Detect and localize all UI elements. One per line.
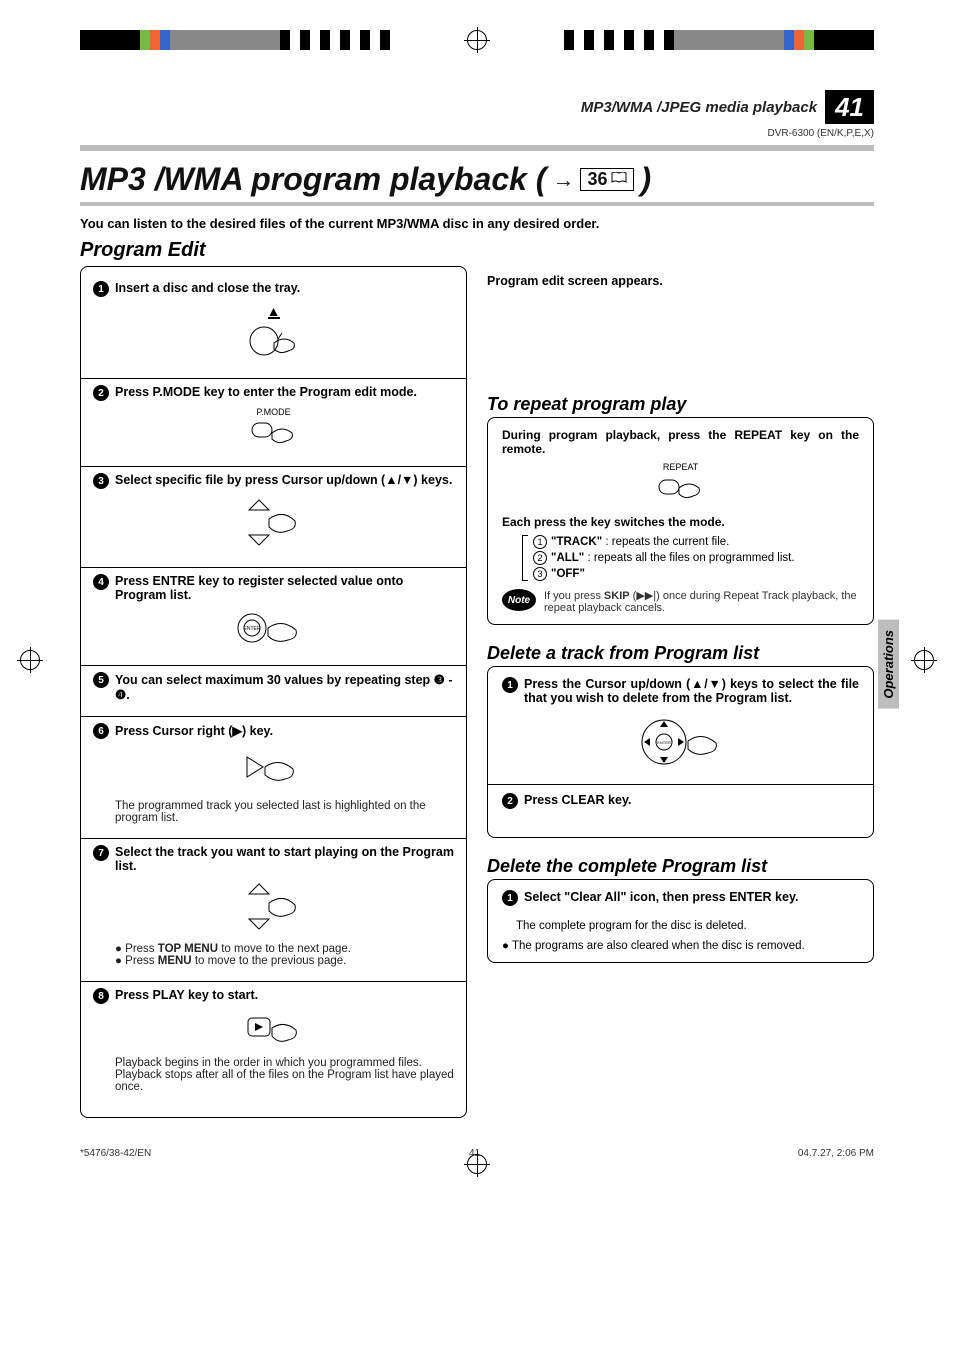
delete-all-step1: Select "Clear All" icon, then press ENTE… <box>524 890 859 904</box>
step-4-text: Press ENTRE key to register selected val… <box>115 574 454 602</box>
xref-page-box: 36 <box>580 168 634 192</box>
delete-all-note: The complete program for the disc is del… <box>516 920 859 932</box>
note-text: If you press SKIP (▶▶|) once during Repe… <box>544 589 859 614</box>
step-8-text: Press PLAY key to start. <box>115 988 454 1002</box>
header-separator <box>80 145 874 151</box>
program-edit-heading: Program Edit <box>80 239 874 262</box>
enter-key-icon: ENTER <box>234 608 314 648</box>
delete-all-bullet: ● The programs are also cleared when the… <box>502 940 859 952</box>
remote-press-icon <box>244 321 304 361</box>
delete-track-panel: 1Press the Cursor up/down (▲/▼) keys to … <box>487 666 874 838</box>
note-badge: Note <box>502 589 536 611</box>
step-1-text: Insert a disc and close the tray. <box>115 281 454 295</box>
repeat-panel: During program playback, press the REPEA… <box>487 417 874 625</box>
delete-track-step1: Press the Cursor up/down (▲/▼) keys to s… <box>524 677 859 705</box>
repeat-label: REPEAT <box>502 462 859 472</box>
svg-text:ENTER: ENTER <box>243 626 260 632</box>
delete-track-heading: Delete a track from Program list <box>487 643 874 664</box>
svg-text:ENTER: ENTER <box>657 740 671 745</box>
mode-track: 1"TRACK" : repeats the current file. <box>533 535 859 549</box>
step-7-text: Select the track you want to start playi… <box>115 845 454 873</box>
remote-press-icon <box>246 417 301 449</box>
program-edit-screen-appears: Program edit screen appears. <box>487 274 874 288</box>
category-label: MP3/WMA /JPEG media playback <box>581 99 817 116</box>
program-edit-panel: 1Insert a disc and close the tray. ▲ 2Pr… <box>80 266 467 1118</box>
step-6-text: Press Cursor right (▶) key. <box>115 723 454 738</box>
step-6-note: The programmed track you selected last i… <box>115 800 454 824</box>
book-icon <box>611 171 627 188</box>
step-7-bullet-1: Press TOP MENU to move to the next page. <box>115 943 454 955</box>
remote-press-icon <box>653 472 708 506</box>
model-code: DVR-6300 (EN/K,P,E,X) <box>80 128 874 139</box>
page-title: MP3 /WMA program playback ( → 36 ) <box>80 161 874 206</box>
step-3-text: Select specific file by press Cursor up/… <box>115 473 454 487</box>
cursor-right-icon <box>239 745 309 791</box>
page-number-badge: 41 <box>825 90 874 124</box>
switch-mode-line: Each press the key switches the mode. <box>502 515 859 529</box>
delete-track-step2: Press CLEAR key. <box>524 793 859 807</box>
step-2-text: Press P.MODE key to enter the Program ed… <box>115 385 454 399</box>
registration-mark-bottom <box>467 1154 487 1174</box>
repeat-instruction: During program playback, press the REPEA… <box>502 428 859 456</box>
intro-text: You can listen to the desired files of t… <box>80 216 874 231</box>
cursor-up-down-icon <box>239 495 309 550</box>
cursor-up-down-icon <box>239 879 309 934</box>
play-key-icon <box>244 1010 304 1048</box>
xref-arrow-icon: → <box>552 167 574 193</box>
delete-all-heading: Delete the complete Program list <box>487 856 874 877</box>
mode-all: 2"ALL" : repeats all the files on progra… <box>533 551 859 565</box>
step-5-text: You can select maximum 30 values by repe… <box>115 672 454 702</box>
eject-symbol: ▲ <box>93 303 454 319</box>
repeat-heading: To repeat program play <box>487 394 874 415</box>
step-7-bullet-2: Press MENU to move to the previous page. <box>115 955 454 967</box>
delete-all-panel: 1Select "Clear All" icon, then press ENT… <box>487 879 874 963</box>
cursor-pad-icon: ENTER <box>636 711 726 773</box>
step-8-note: Playback begins in the order in which yo… <box>115 1057 454 1093</box>
pmode-label: P.MODE <box>93 407 454 417</box>
mode-off: 3"OFF" <box>533 567 859 581</box>
